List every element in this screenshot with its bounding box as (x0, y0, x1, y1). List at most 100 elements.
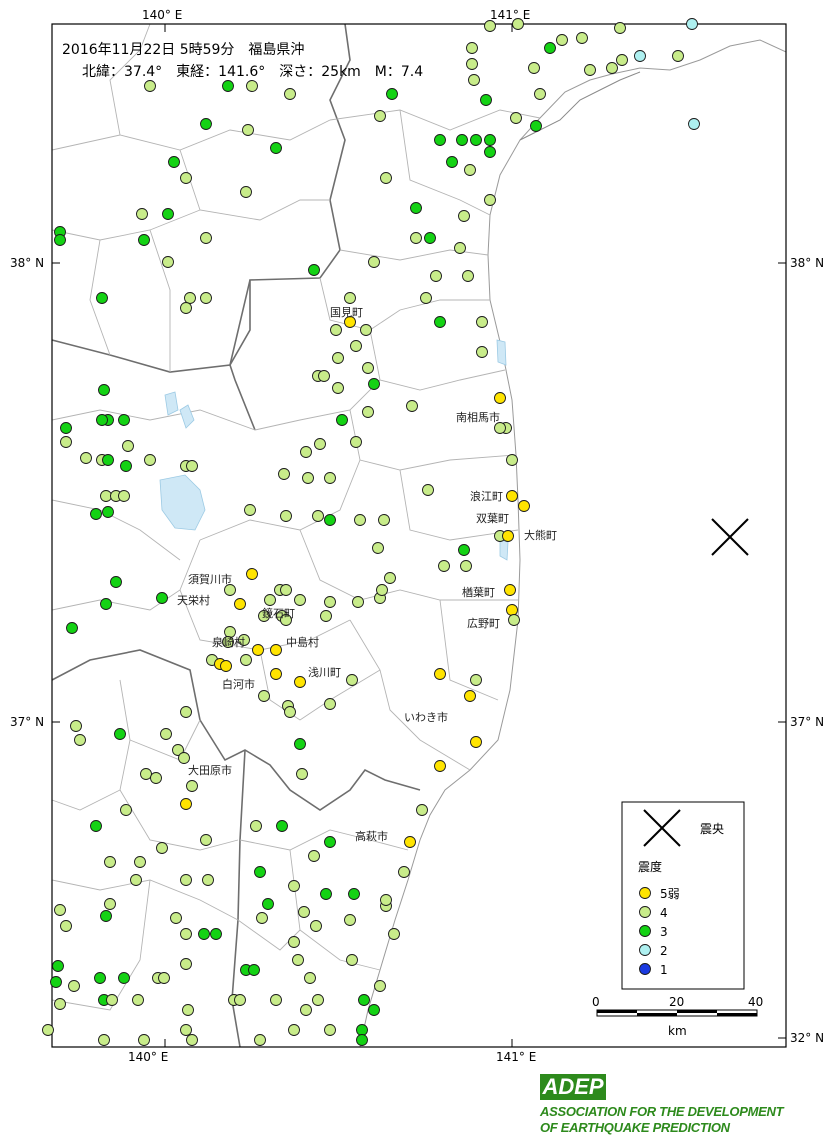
station-marker (202, 874, 214, 886)
station-marker (494, 392, 506, 404)
station-marker (90, 820, 102, 832)
station-marker (270, 644, 282, 656)
place-label: 須賀川市 (188, 572, 232, 586)
place-label: 高萩市 (355, 829, 388, 843)
station-marker (410, 232, 422, 244)
station-marker (110, 576, 122, 588)
place-label: 鏡石町 (262, 606, 295, 620)
station-marker (222, 80, 234, 92)
station-marker (378, 514, 390, 526)
station-marker (358, 994, 370, 1006)
station-marker (458, 544, 470, 556)
station-marker (470, 674, 482, 686)
station-marker (246, 568, 258, 580)
station-marker (330, 324, 342, 336)
station-marker (122, 440, 134, 452)
station-marker (556, 34, 568, 46)
scale-label-40: 40 (748, 995, 763, 1009)
station-marker (74, 734, 86, 746)
place-label: 天栄村 (177, 593, 210, 607)
station-marker (244, 504, 256, 516)
station-marker (480, 94, 492, 106)
station-marker (324, 698, 336, 710)
station-marker (278, 468, 290, 480)
station-marker (100, 910, 112, 922)
station-marker (106, 994, 118, 1006)
station-marker (466, 58, 478, 70)
station-marker (140, 768, 152, 780)
station-marker (312, 994, 324, 1006)
station-marker (410, 202, 422, 214)
station-marker (200, 292, 212, 304)
station-marker (180, 706, 192, 718)
station-marker (288, 936, 300, 948)
adep-line-2: OF EARTHQUAKE PREDICTION (540, 1120, 730, 1135)
station-marker (434, 316, 446, 328)
station-marker (186, 460, 198, 472)
station-marker (234, 598, 246, 610)
station-marker (240, 186, 252, 198)
station-marker (374, 110, 386, 122)
station-marker (180, 928, 192, 940)
station-marker (354, 514, 366, 526)
station-marker (284, 88, 296, 100)
legend-intensity-title: 震度 (638, 859, 662, 874)
station-marker (528, 62, 540, 74)
station-marker (438, 560, 450, 572)
station-marker (470, 736, 482, 748)
scale-unit: km (668, 1024, 687, 1038)
station-marker (346, 674, 358, 686)
station-marker (162, 208, 174, 220)
station-marker (210, 928, 222, 940)
event-title: 2016年11月22日 5時59分 福島県沖 (62, 42, 304, 58)
station-marker (350, 436, 362, 448)
place-label: 国見町 (330, 306, 363, 319)
station-marker (134, 856, 146, 868)
station-marker (120, 804, 132, 816)
station-marker (476, 316, 488, 328)
station-marker (234, 994, 246, 1006)
station-marker (96, 414, 108, 426)
station-marker (368, 1004, 380, 1016)
legend-epicenter-label: 震央 (700, 822, 724, 836)
station-marker (460, 560, 472, 572)
station-marker (184, 292, 196, 304)
axis-label-bottom-left: 140° E (128, 1050, 168, 1064)
station-marker (360, 324, 372, 336)
station-marker (314, 438, 326, 450)
station-marker (132, 994, 144, 1006)
adep-logo: ADEP (540, 1074, 606, 1100)
station-marker (404, 836, 416, 848)
station-marker (312, 510, 324, 522)
axis-label-right-corner: 32° N (790, 1031, 824, 1045)
station-marker (118, 414, 130, 426)
station-marker (380, 894, 392, 906)
station-marker (114, 728, 126, 740)
axis-label-left-top: 38° N (10, 256, 44, 270)
station-marker (180, 874, 192, 886)
station-marker (368, 378, 380, 390)
station-marker (308, 850, 320, 862)
station-marker (52, 960, 64, 972)
station-marker (606, 62, 618, 74)
legend-item-label: 2 (660, 944, 668, 958)
station-marker (98, 384, 110, 396)
station-marker (298, 906, 310, 918)
station-marker (376, 584, 388, 596)
place-label: 浪江町 (470, 489, 503, 503)
station-marker (434, 760, 446, 772)
station-marker (68, 980, 80, 992)
station-marker (168, 156, 180, 168)
station-marker (276, 820, 288, 832)
station-marker (320, 610, 332, 622)
place-label: 広野町 (467, 617, 500, 630)
station-marker (484, 146, 496, 158)
station-marker (280, 584, 292, 596)
legend-item-label: 1 (660, 963, 668, 977)
station-marker (308, 264, 320, 276)
station-marker (136, 208, 148, 220)
station-marker (254, 1034, 266, 1046)
station-marker (284, 706, 296, 718)
station-marker (182, 1004, 194, 1016)
axis-label-right-bottom: 37° N (790, 715, 824, 729)
